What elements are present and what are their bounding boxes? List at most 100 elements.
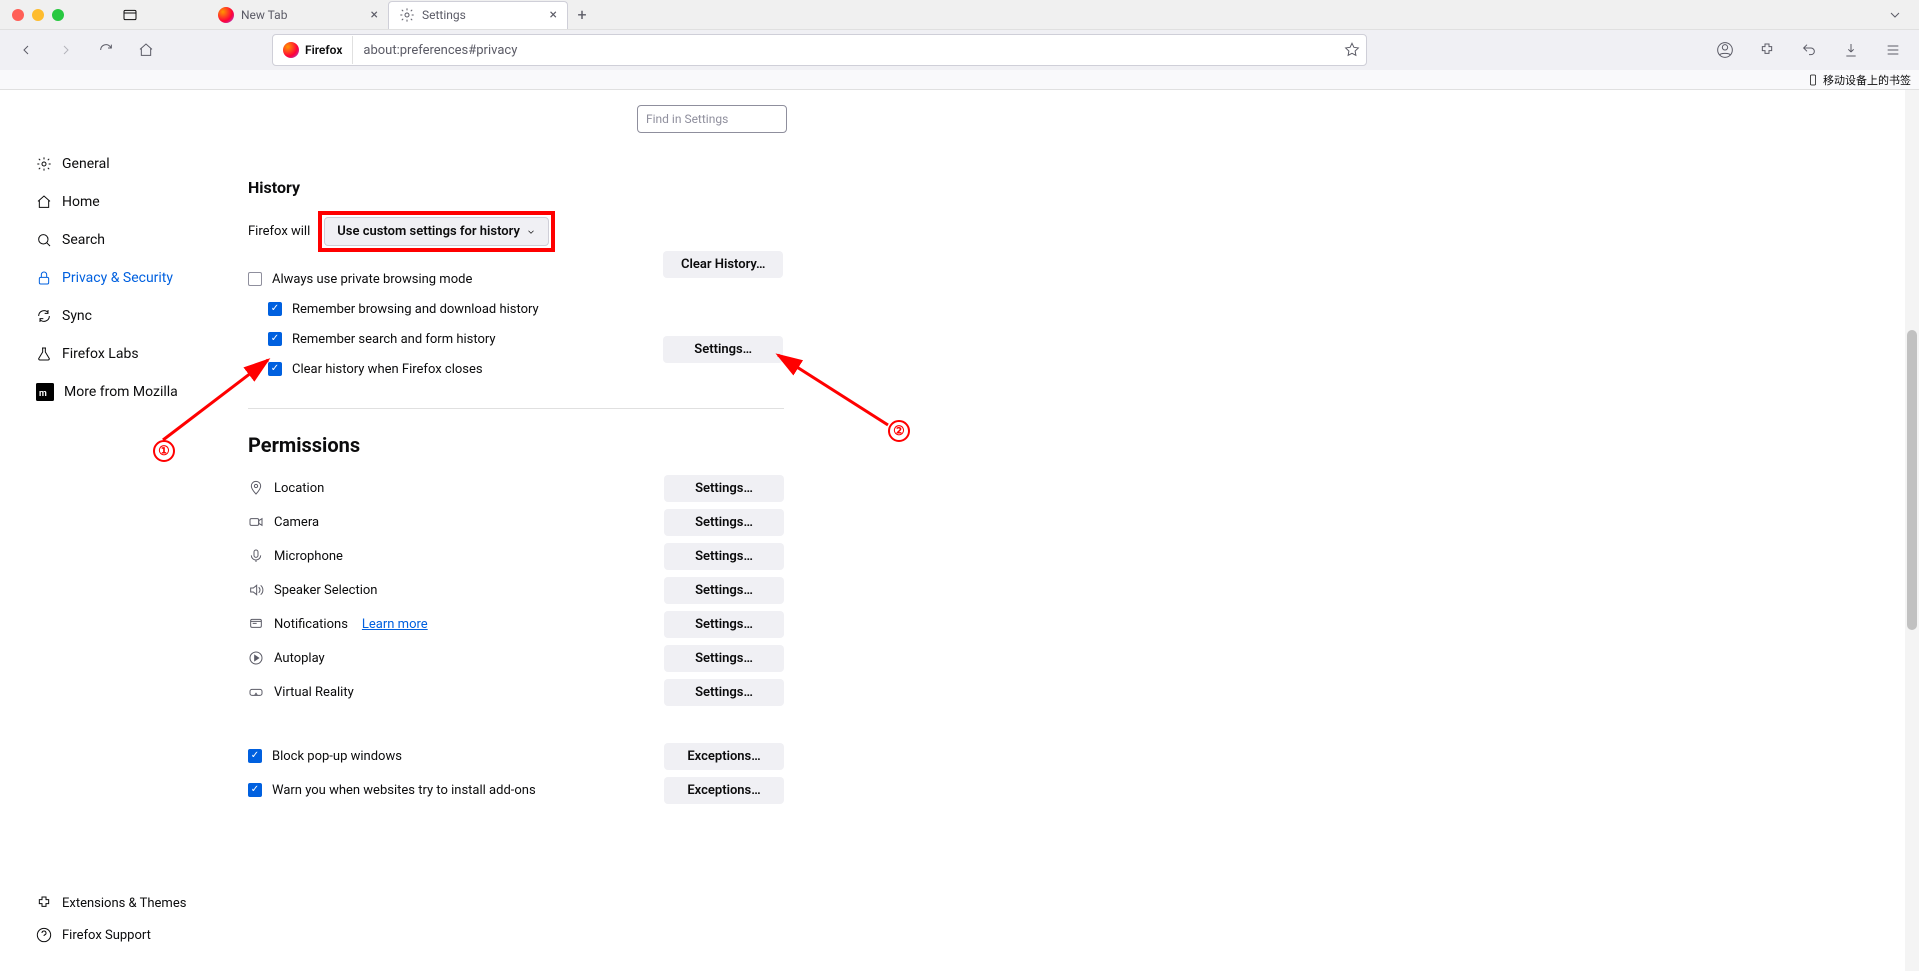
bookmarks-mobile-label[interactable]: 移动设备上的书签 [1823,72,1911,88]
remember-browsing-checkbox[interactable] [268,302,282,316]
sidebar-item-label: Sync [62,308,92,324]
firefox-icon [283,42,299,58]
permission-label: Autoplay [274,651,325,666]
sidebar-item-support[interactable]: Firefox Support [36,919,248,951]
addons-exceptions-button[interactable]: Exceptions… [664,777,784,804]
firefox-will-label: Firefox will [248,224,310,239]
sidebar-item-label: Firefox Support [62,928,151,943]
window-history-icon[interactable] [122,7,138,23]
new-tab-button[interactable]: + [568,1,596,29]
sidebar-item-extensions[interactable]: Extensions & Themes [36,887,248,919]
divider [248,408,784,409]
clear-history-button[interactable]: Clear History… [663,251,783,278]
notification-icon [248,616,264,632]
sidebar-item-sync[interactable]: Sync [36,297,248,335]
permission-row-location: Location Settings… [248,471,784,505]
sidebar-item-general[interactable]: General [36,145,248,183]
tab-strip: New Tab × Settings × + [208,1,596,29]
bookmarks-toolbar: 移动设备上的书签 [0,70,1919,90]
checkbox-label: Remember browsing and download history [292,302,539,317]
location-settings-button[interactable]: Settings… [664,475,784,502]
annotation-arrow-2 [768,345,898,435]
sidebar-item-labs[interactable]: Firefox Labs [36,335,248,373]
block-popups-row: Block pop-up windows Exceptions… [248,739,784,773]
tab-label: Settings [422,8,466,22]
sidebar-item-label: Home [62,194,100,210]
reload-button[interactable] [92,36,120,64]
mozilla-icon: m [36,383,54,401]
dropdown-value: Use custom settings for history [337,224,520,239]
clear-on-close-checkbox[interactable] [268,362,282,376]
sidebar-item-label: General [62,156,110,172]
annotation-number-1: ① [153,440,175,462]
vr-icon [248,684,264,700]
undo-button[interactable] [1795,36,1823,64]
close-tab-icon[interactable]: × [371,7,378,23]
back-button[interactable] [12,36,40,64]
camera-settings-button[interactable]: Settings… [664,509,784,536]
search-icon [36,232,52,248]
annotation-highlight: Use custom settings for history [318,211,555,252]
warn-addons-checkbox[interactable] [248,783,262,797]
close-window-button[interactable] [12,9,24,21]
history-heading: History [248,178,784,197]
help-icon [36,927,52,943]
forward-button[interactable] [52,36,80,64]
settings-sidebar: General Home Search Privacy & Security S… [0,90,248,971]
checkbox-label: Remember search and form history [292,332,496,347]
history-mode-dropdown[interactable]: Use custom settings for history [324,217,549,246]
permission-label: Camera [274,515,319,530]
permission-row-camera: Camera Settings… [248,505,784,539]
checkbox-label: Warn you when websites try to install ad… [272,783,536,798]
toolbar: Firefox about:preferences#privacy [0,30,1919,70]
clear-on-close-settings-button[interactable]: Settings… [663,336,783,363]
scrollbar-thumb[interactable] [1907,330,1917,630]
url-bar[interactable]: Firefox about:preferences#privacy [272,34,1367,66]
permission-label: Microphone [274,549,343,564]
speaker-settings-button[interactable]: Settings… [664,577,784,604]
minimize-window-button[interactable] [32,9,44,21]
settings-search-input[interactable]: Find in Settings [637,105,787,133]
maximize-window-button[interactable] [52,9,64,21]
vr-settings-button[interactable]: Settings… [664,679,784,706]
puzzle-icon [36,895,52,911]
sidebar-item-label: Firefox Labs [62,346,139,362]
notifications-settings-button[interactable]: Settings… [664,611,784,638]
microphone-icon [248,548,264,564]
account-button[interactable] [1711,36,1739,64]
remember-search-checkbox[interactable] [268,332,282,346]
permission-row-vr: Virtual Reality Settings… [248,675,784,709]
gear-icon [399,7,415,23]
mobile-icon [1807,74,1819,86]
extensions-button[interactable] [1753,36,1781,64]
sidebar-item-more-mozilla[interactable]: m More from Mozilla [36,373,248,411]
private-browsing-checkbox[interactable] [248,272,262,286]
bookmark-star-button[interactable] [1338,42,1366,58]
traffic-lights [12,9,64,21]
speaker-icon [248,582,264,598]
block-popups-checkbox[interactable] [248,749,262,763]
tab-settings[interactable]: Settings × [388,1,568,29]
permission-row-autoplay: Autoplay Settings… [248,641,784,675]
permission-label: Virtual Reality [274,685,354,700]
history-section: History Firefox will Use custom settings… [248,178,784,807]
autoplay-settings-button[interactable]: Settings… [664,645,784,672]
close-tab-icon[interactable]: × [550,7,557,23]
save-to-pocket-button[interactable] [1837,36,1865,64]
app-menu-button[interactable] [1879,36,1907,64]
location-icon [248,480,264,496]
identity-box[interactable]: Firefox [273,36,353,64]
scrollbar[interactable] [1905,90,1919,971]
content-area: General Home Search Privacy & Security S… [0,90,1919,971]
microphone-settings-button[interactable]: Settings… [664,543,784,570]
all-tabs-button[interactable] [1883,3,1907,27]
sidebar-item-privacy[interactable]: Privacy & Security [36,259,248,297]
sidebar-item-search[interactable]: Search [36,221,248,259]
sidebar-item-home[interactable]: Home [36,183,248,221]
learn-more-link[interactable]: Learn more [362,617,428,632]
flask-icon [36,346,52,362]
popups-exceptions-button[interactable]: Exceptions… [664,743,784,770]
home-button[interactable] [132,36,160,64]
tab-new-tab[interactable]: New Tab × [208,1,388,29]
url-text: about:preferences#privacy [353,43,1338,58]
